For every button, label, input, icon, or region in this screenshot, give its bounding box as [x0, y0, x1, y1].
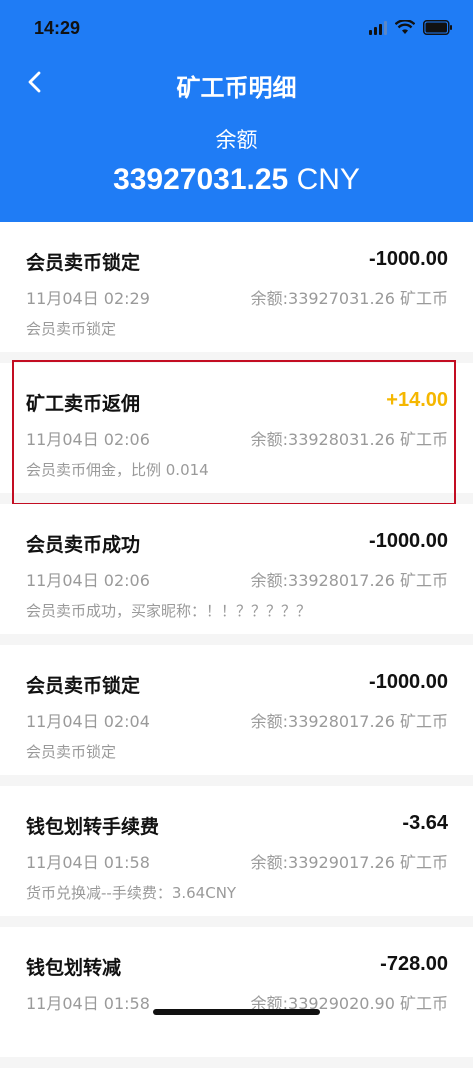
record-balance: 余额:33929017.26 矿工币: [250, 853, 448, 872]
record-balance: 余额:33928017.26 矿工币: [250, 712, 448, 731]
record-balance: 余额:33927031.26 矿工币: [250, 289, 448, 308]
record-item[interactable]: 会员卖币锁定 -1000.00 11月04日 02:04 余额:33928017…: [0, 645, 473, 775]
record-amount: -728.00: [380, 953, 448, 975]
record-amount: -1000.00: [369, 248, 448, 270]
record-item-highlighted[interactable]: 矿工卖币返佣 +14.00 11月04日 02:06 余额:33928031.2…: [0, 360, 473, 505]
record-item[interactable]: 钱包划转减 -728.00 11月04日 01:58 余额:33929020.9…: [0, 927, 473, 1057]
navigation-bar: 矿工币明细: [0, 56, 473, 108]
record-item[interactable]: 会员卖币锁定 -1000.00 11月04日 02:29 余额:33927031…: [0, 222, 473, 352]
record-title: 会员卖币锁定: [26, 252, 141, 274]
record-title: 钱包划转减: [26, 957, 122, 979]
record-list: 会员卖币锁定 -1000.00 11月04日 02:29 余额:33927031…: [0, 222, 473, 1068]
status-icons: [369, 20, 453, 35]
record-balance: 余额:33928031.26 矿工币: [250, 430, 448, 449]
home-indicator[interactable]: [153, 1009, 320, 1015]
balance-label: 余额: [215, 128, 258, 152]
record-date: 11月04日 02:29: [26, 289, 150, 308]
record-amount: -3.64: [402, 812, 448, 834]
signal-icon: [369, 20, 387, 35]
record-date: 11月04日 02:06: [26, 571, 150, 590]
record-date: 11月04日 02:06: [26, 430, 150, 449]
balance-amount: 33927031.25: [113, 163, 289, 196]
record-amount: +14.00: [386, 389, 448, 411]
balance-value: 33927031.25 CNY: [0, 163, 473, 197]
record-date: 11月04日 02:04: [26, 712, 150, 731]
record-amount: -1000.00: [369, 530, 448, 552]
record-title: 会员卖币锁定: [26, 675, 141, 697]
record-description: 会员卖币锁定: [26, 320, 117, 338]
record-item[interactable]: 会员卖币成功 -1000.00 11月04日 02:06 余额:33928017…: [0, 504, 473, 634]
record-date: 11月04日 01:58: [26, 994, 150, 1013]
record-title: 钱包划转手续费: [26, 816, 160, 838]
header: 14:29 矿工币明细 余额 33927031.25 CNY: [0, 0, 473, 222]
record-description: 会员卖币锁定: [26, 743, 117, 761]
record-date: 11月04日 01:58: [26, 853, 150, 872]
record-description: 货币兑换减--手续费：3.64CNY: [26, 884, 237, 902]
record-amount: -1000.00: [369, 671, 448, 693]
record-title: 会员卖币成功: [26, 534, 141, 556]
wifi-icon: [395, 20, 415, 35]
balance-currency: CNY: [296, 163, 360, 196]
status-time: 14:29: [34, 18, 81, 38]
record-description: 会员卖币成功，买家昵称：！！？？？？？: [26, 602, 312, 620]
status-bar: 14:29: [0, 0, 473, 56]
page-title: 矿工币明细: [176, 74, 297, 102]
record-item[interactable]: 钱包划转手续费 -3.64 11月04日 01:58 余额:33929017.2…: [0, 786, 473, 916]
record-title: 矿工卖币返佣: [26, 393, 141, 415]
battery-icon: [423, 20, 453, 35]
record-description: 会员卖币佣金，比例 0.014: [26, 461, 209, 479]
record-balance: 余额:33928017.26 矿工币: [250, 571, 448, 590]
